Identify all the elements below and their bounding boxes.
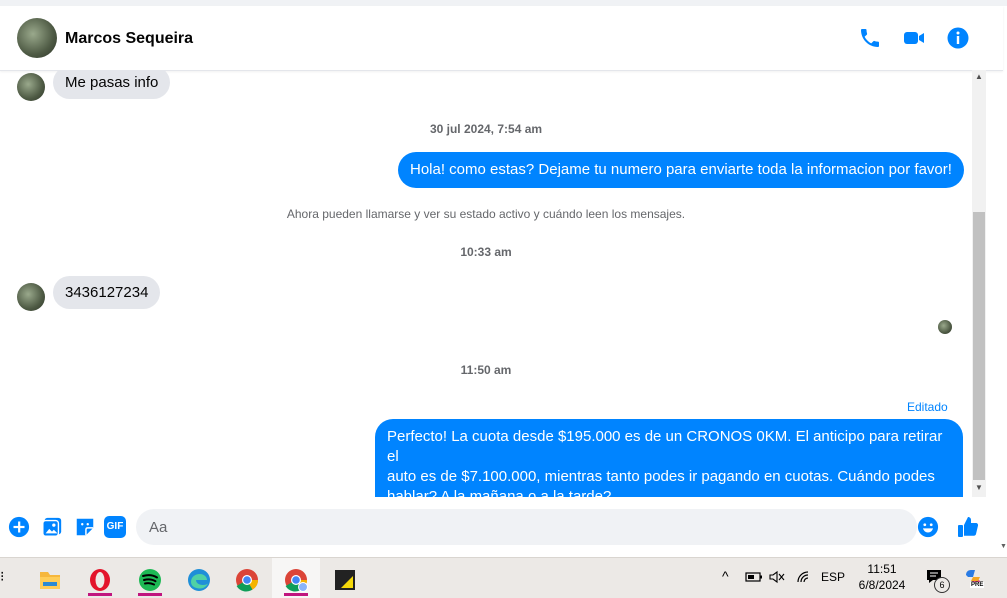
notification-count-badge: 6 — [934, 577, 950, 593]
contact-avatar[interactable] — [17, 18, 57, 58]
language-indicator[interactable]: ESP — [821, 570, 845, 584]
battery-icon[interactable] — [745, 570, 763, 584]
incoming-message[interactable]: 3436127234 — [53, 276, 161, 309]
contact-avatar-small — [17, 283, 45, 311]
active-indicator — [284, 593, 308, 596]
clock[interactable]: 11:51 6/8/2024 — [852, 561, 912, 593]
message-list: Me pasas info 30 jul 2024, 7:54 am Hola!… — [0, 70, 972, 497]
message-input-placeholder: Aa — [149, 519, 168, 536]
outgoing-message[interactable]: Perfecto! La cuota desde $195.000 es de … — [375, 419, 963, 497]
edge-browser-icon[interactable] — [179, 564, 219, 596]
incoming-message[interactable]: Me pasas info — [53, 70, 171, 99]
contact-avatar-small — [17, 73, 45, 101]
timestamp: 10:33 am — [460, 245, 512, 259]
composer: GIF Aa — [0, 500, 1007, 555]
chrome-profile-icon[interactable] — [276, 564, 316, 596]
info-icon[interactable] — [946, 26, 970, 50]
system-notice: Ahora pueden llamarse y ver su estado ac… — [286, 207, 686, 221]
message-line: auto es de $7.100.000, mientras tanto po… — [387, 468, 935, 485]
message-line: hablar? A la mañana o a la tarde? — [387, 488, 612, 497]
plus-circle-icon[interactable] — [8, 516, 30, 538]
edited-label[interactable]: Editado — [907, 400, 948, 414]
windows-taskbar: ⁝ ^ ESP 11:51 6/8/2024 6 PRE — [0, 557, 1007, 598]
scroll-up-arrow[interactable]: ▲ — [975, 72, 983, 81]
widgets-icon[interactable]: ⁝ — [0, 568, 4, 585]
page-scroll-arrow[interactable]: ▼ — [1000, 543, 1007, 550]
contact-name[interactable]: Marcos Sequeira — [65, 30, 193, 48]
chat-header: Marcos Sequeira — [0, 6, 1003, 71]
scroll-down-arrow[interactable]: ▼ — [975, 483, 983, 492]
scrollbar-thumb[interactable] — [973, 212, 985, 480]
active-indicator — [138, 593, 162, 596]
message-line: Perfecto! La cuota desde $195.000 es de … — [387, 428, 943, 465]
photo-gallery-icon[interactable] — [41, 516, 63, 538]
outgoing-message[interactable]: Hola! como estas? Dejame tu numero para … — [398, 152, 964, 188]
video-call-icon[interactable] — [902, 26, 926, 50]
message-input[interactable]: Aa — [136, 509, 917, 545]
chat-scrollbar[interactable]: ▲ ▼ — [972, 70, 986, 497]
copilot-preview-badge: PRE — [970, 582, 985, 588]
emoji-icon[interactable] — [917, 516, 939, 538]
clock-date: 6/8/2024 — [858, 578, 906, 592]
wifi-icon[interactable] — [796, 570, 812, 584]
chrome-browser-icon[interactable] — [227, 564, 267, 596]
spotify-icon[interactable] — [130, 564, 170, 596]
clock-time: 11:51 — [867, 562, 897, 576]
timestamp: 30 jul 2024, 7:54 am — [429, 122, 543, 136]
read-receipt-avatar — [938, 320, 952, 334]
opera-browser-icon[interactable] — [80, 564, 120, 596]
volume-muted-icon[interactable] — [769, 570, 785, 584]
active-indicator — [88, 593, 112, 596]
gif-button[interactable]: GIF — [104, 516, 126, 538]
thumbs-up-icon[interactable] — [956, 515, 980, 539]
timestamp: 11:50 am — [460, 363, 512, 377]
file-explorer-icon[interactable] — [30, 564, 70, 596]
sticker-icon[interactable] — [74, 516, 96, 538]
phone-call-icon[interactable] — [858, 26, 882, 50]
show-hidden-icons-chevron[interactable]: ^ — [722, 568, 729, 584]
sticky-notes-icon[interactable] — [325, 564, 365, 596]
